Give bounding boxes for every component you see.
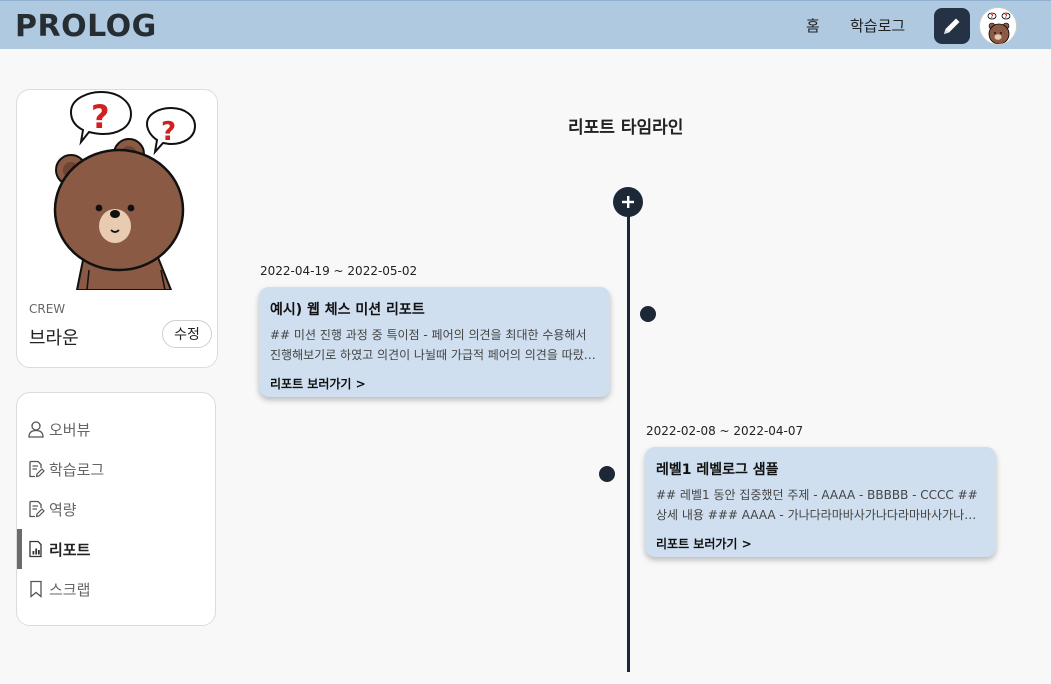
nav-study-log-link[interactable]: 학습로그	[850, 15, 905, 36]
plus-icon	[622, 196, 634, 208]
report-title: 레벨1 레벨로그 샘플	[656, 462, 779, 478]
profile-card: ? ? CREW 브라운 수정	[16, 89, 218, 368]
edit-doc-icon	[29, 460, 45, 478]
pencil-icon	[944, 18, 960, 34]
menu-item-label: 역량	[49, 501, 77, 519]
report-description: ## 레벨1 동안 집중했던 주제 - AAAA - BBBBB - CCCC …	[656, 488, 978, 522]
bookmark-icon	[30, 580, 42, 598]
profile-role: CREW	[29, 302, 66, 316]
timeline-line	[627, 210, 630, 672]
view-report-link[interactable]: 리포트 보러가기 >	[656, 535, 985, 552]
menu-item-report[interactable]: 리포트	[17, 529, 215, 569]
menu-item-ability[interactable]: 역량	[17, 489, 215, 529]
prolog-logo[interactable]: PROLOG	[15, 9, 157, 44]
add-report-button[interactable]	[613, 187, 643, 217]
menu-item-study-log[interactable]: 학습로그	[17, 449, 215, 489]
user-icon	[28, 421, 44, 438]
edit-doc-icon	[29, 500, 45, 518]
top-header: PROLOG 홈 학습로그 ? ?	[0, 0, 1051, 49]
bear-avatar-icon: ? ?	[980, 8, 1016, 44]
menu-item-overview[interactable]: 오버뷰	[17, 409, 215, 449]
header-avatar[interactable]: ? ?	[979, 7, 1017, 45]
report-date: 2022-02-08 ~ 2022-04-07	[646, 424, 804, 438]
menu-item-label: 학습로그	[49, 461, 105, 479]
view-report-link[interactable]: 리포트 보러가기 >	[270, 375, 599, 392]
nav-home-link[interactable]: 홈	[806, 15, 820, 36]
profile-edit-button[interactable]: 수정	[162, 320, 212, 348]
menu-item-label: 리포트	[49, 541, 91, 559]
svg-text:?: ?	[161, 117, 176, 147]
active-indicator	[17, 529, 22, 569]
svg-text:?: ?	[91, 98, 110, 136]
report-title: 예시) 웹 체스 미션 리포트	[270, 302, 425, 318]
timeline-dot	[599, 466, 615, 482]
report-card[interactable]: 예시) 웹 체스 미션 리포트 ## 미션 진행 과정 중 특이점 - 페어의 …	[259, 287, 610, 397]
menu-item-label: 스크랩	[49, 581, 91, 599]
svg-text:?: ?	[1005, 14, 1008, 20]
report-date: 2022-04-19 ~ 2022-05-02	[260, 264, 418, 278]
menu-item-label: 오버뷰	[49, 421, 91, 439]
write-button[interactable]	[934, 8, 970, 44]
report-description: ## 미션 진행 과정 중 특이점 - 페어의 의견을 최대한 수용해서 진행해…	[270, 328, 595, 362]
timeline-title: 리포트 타임라인	[568, 118, 684, 138]
menu-item-scrap[interactable]: 스크랩	[17, 569, 215, 609]
report-card[interactable]: 레벨1 레벨로그 샘플 ## 레벨1 동안 집중했던 주제 - AAAA - B…	[645, 447, 996, 557]
profile-nickname: 브라운	[29, 328, 79, 349]
svg-text:?: ?	[991, 14, 994, 20]
side-menu: 오버뷰 학습로그 역량 리포트 스크랩	[16, 392, 216, 626]
bear-profile-image: ? ?	[53, 90, 197, 290]
report-icon	[29, 540, 42, 558]
timeline-dot	[640, 306, 656, 322]
